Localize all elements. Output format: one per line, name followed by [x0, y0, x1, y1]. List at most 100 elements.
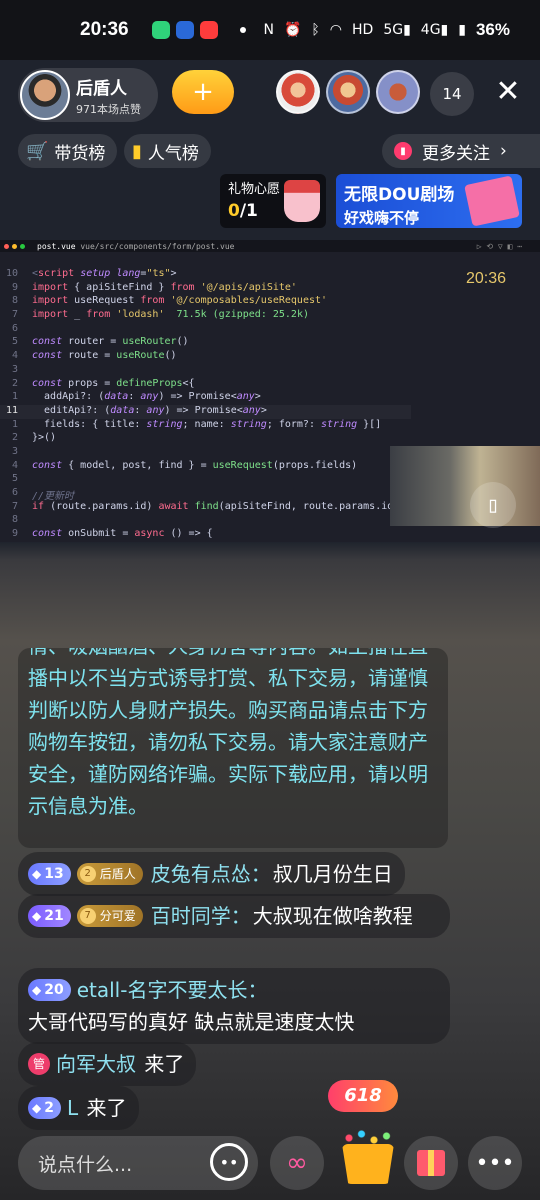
- screen-rotate-icon[interactable]: ▯: [470, 482, 516, 528]
- status-bar: 20:36 N ⏰ ᛒ ◠ HD 5G▮ 4G▮ ▮ 36%: [0, 0, 540, 60]
- chat-username[interactable]: etall-名字不要太长：: [77, 974, 268, 1006]
- status-time: 20:36: [80, 19, 129, 40]
- more-follow-label: 更多关注: [422, 143, 490, 164]
- line-number: 4: [11, 350, 18, 362]
- line-number: 8: [11, 295, 18, 307]
- viewer-avatar[interactable]: [376, 70, 420, 114]
- code-text: }>(): [32, 432, 57, 444]
- comment-placeholder: 说点什么...: [38, 1153, 133, 1176]
- host-profile[interactable]: 后盾人 971本场点赞: [18, 68, 158, 122]
- gift-button[interactable]: [404, 1136, 458, 1190]
- chat-text: 来了: [86, 1096, 127, 1120]
- chat-message[interactable]: ◆ 20 etall-名字不要太长： 大哥代码写的真好 缺点就是速度太快: [18, 968, 450, 1044]
- editor-actions: ▷ ⟲ ▽ ◧ ⋯: [476, 241, 522, 251]
- bar-chart-icon: ▮: [132, 140, 142, 162]
- close-icon[interactable]: ✕: [490, 74, 526, 110]
- code-line: 6 //更新时: [0, 487, 411, 502]
- chat-message[interactable]: ◆ 13 2 后盾人 皮兔有点怂： 叔几月份生日: [18, 852, 405, 896]
- code-line: 9 import { apiSiteFind } from '@/apis/api…: [0, 282, 411, 296]
- code-line: 9 const onSubmit = async () => {: [0, 528, 411, 542]
- viewer-avatar[interactable]: [326, 70, 370, 114]
- more-options-button[interactable]: •••: [468, 1136, 522, 1190]
- link-mic-button[interactable]: ∞: [270, 1136, 324, 1190]
- code-text: const onSubmit = async () => {: [32, 528, 213, 540]
- code-line: 1 fields: { title: string; name: string;…: [0, 419, 411, 433]
- emoji-icon[interactable]: ••: [210, 1143, 248, 1181]
- code-line: 8: [0, 514, 411, 528]
- video-app-icon: [176, 21, 194, 39]
- chat-message[interactable]: ◆ 21 7 分可爱 百时同学： 大叔现在做啥教程: [18, 894, 450, 938]
- host-name: 后盾人: [76, 78, 127, 99]
- code-text: addApi?: (data: any) => Promise<any>: [32, 391, 261, 403]
- line-number: 10: [5, 268, 18, 279]
- code-line: 10 <script setup lang="ts">: [0, 268, 411, 282]
- user-level-badge: ◆ 13: [28, 863, 71, 885]
- code-line: 5 const router = useRouter(): [0, 336, 411, 350]
- line-number: 2: [11, 377, 18, 389]
- alarm-icon: ⏰: [283, 22, 302, 38]
- code-line: 3: [0, 364, 411, 378]
- editor-titlebar: post.vue vue/src/components/form/post.vu…: [0, 240, 540, 252]
- code-line: 3: [0, 446, 411, 460]
- line-number: 6: [11, 322, 18, 334]
- webcam-overlay: [390, 446, 540, 526]
- code-line: 4 const { model, post, find } = useReques…: [0, 460, 411, 474]
- battery-level: 36%: [475, 20, 510, 39]
- moderator-badge: 管: [28, 1053, 50, 1075]
- system-notice: 情、吸烟酗酒、人身伤害等内容。如主播在直播中以不当方式诱导打赏、私下交易，请谨慎…: [18, 648, 448, 848]
- viewer-avatar[interactable]: [276, 70, 320, 114]
- line-number: 7: [11, 309, 18, 321]
- gem-icon: ◆: [32, 909, 42, 923]
- chat-join-message[interactable]: ◆ 2 L 来了: [18, 1086, 139, 1130]
- viewer-count[interactable]: 14: [430, 72, 474, 116]
- cart-icon: [342, 1144, 394, 1184]
- line-number: 8: [11, 514, 18, 526]
- line-number: 9: [11, 281, 18, 293]
- status-indicators: N ⏰ ᛒ ◠ HD 5G▮ 4G▮ ▮ 36%: [263, 20, 510, 40]
- gift-wish-total: /1: [239, 201, 258, 221]
- line-number: 11: [5, 404, 18, 416]
- stream-video[interactable]: post.vue vue/src/components/form/post.vu…: [0, 240, 540, 542]
- code-text: import useRequest from '@/composables/us…: [32, 295, 328, 307]
- popularity-rank-label: 人气榜: [147, 143, 199, 164]
- line-number: 3: [11, 363, 18, 375]
- chat-text: 来了: [144, 1052, 185, 1076]
- code-line: 5: [0, 473, 411, 487]
- line-number: 4: [11, 459, 18, 471]
- chat-username[interactable]: 皮兔有点怂：: [151, 858, 271, 890]
- wifi-icon: ◠: [329, 22, 342, 38]
- gem-icon: ◆: [32, 1101, 42, 1115]
- media-app-icon: [200, 21, 218, 39]
- chat-text: 大叔现在做啥教程: [252, 904, 413, 928]
- code-text: import { apiSiteFind } from '@/apis/apiS…: [32, 281, 297, 293]
- cart-icon: 🛒: [26, 140, 49, 162]
- signal-5g-icon: 5G▮: [383, 22, 411, 38]
- theater-banner[interactable]: 无限DOU剧场 好戏嗨不停: [336, 174, 522, 228]
- link-icon: ∞: [286, 1148, 308, 1178]
- code-line: 7 import _ from 'lodash' 71.5k (gzipped: …: [0, 309, 411, 323]
- notification-dot: [240, 27, 246, 33]
- shopping-cart-button[interactable]: [334, 1124, 404, 1190]
- gift-wish-current: 0: [228, 201, 240, 221]
- more-follow-button[interactable]: ▮ 更多关注 ›: [382, 134, 540, 168]
- line-number: 5: [11, 473, 18, 485]
- nfc-icon: N: [263, 22, 274, 38]
- chat-username[interactable]: 百时同学：: [151, 900, 251, 932]
- host-likes: 971本场点赞: [76, 102, 141, 116]
- user-level-badge: ◆ 2: [28, 1097, 61, 1119]
- chat-join-message[interactable]: 管 向军大叔 来了: [18, 1042, 197, 1086]
- shop-rank-tab[interactable]: 🛒 带货榜: [18, 134, 118, 168]
- live-header: 后盾人 971本场点赞 + 14 ✕ 🛒 带货榜 ▮ 人气榜 ▮ 更多关注 › …: [0, 60, 540, 240]
- chat-username[interactable]: L: [67, 1092, 78, 1124]
- follow-button[interactable]: +: [172, 70, 234, 114]
- chevron-right-icon: ›: [500, 141, 507, 161]
- host-avatar[interactable]: [20, 70, 70, 120]
- editor-overlay-time: 20:36: [466, 270, 507, 287]
- battery-icon: ▮: [458, 22, 466, 38]
- chat-username[interactable]: 向军大叔: [56, 1048, 136, 1080]
- editor-path: vue/src/components/form/post.vue: [80, 241, 235, 251]
- gem-icon: ◆: [32, 867, 42, 881]
- code-text: //更新时: [32, 491, 75, 502]
- gift-wish-widget[interactable]: 礼物心愿 0/1: [220, 174, 326, 228]
- popularity-rank-tab[interactable]: ▮ 人气榜: [124, 134, 211, 168]
